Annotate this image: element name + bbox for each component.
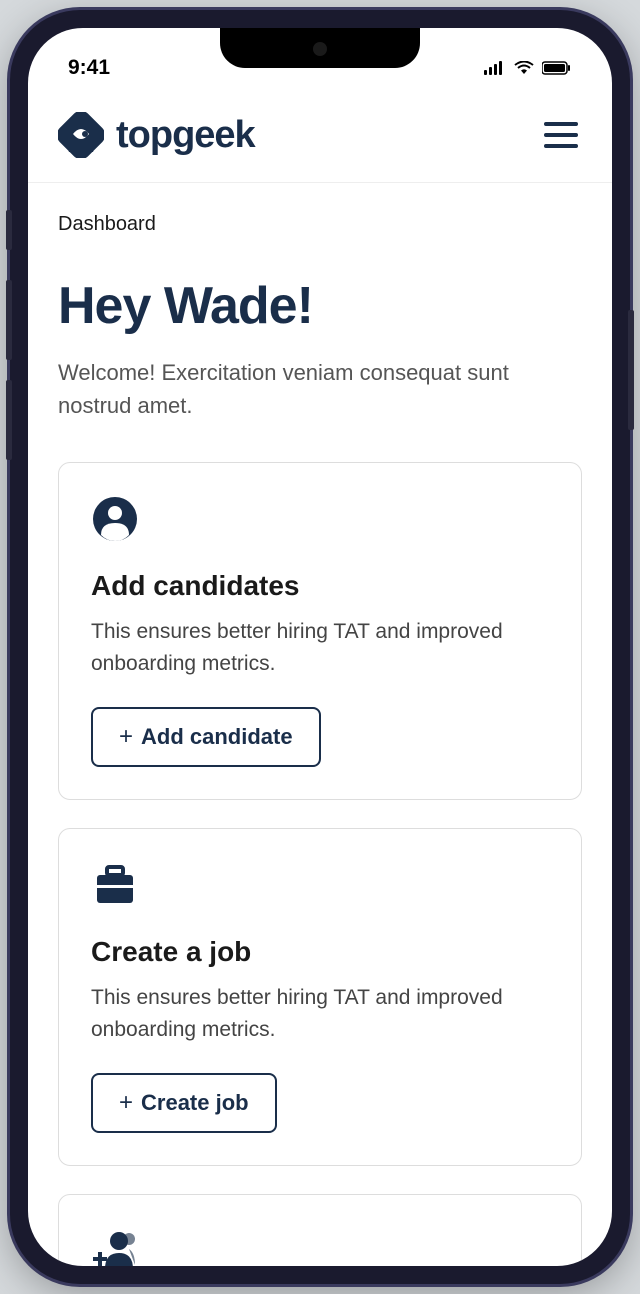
logo-text: topgeek <box>116 114 255 157</box>
button-label: Create job <box>141 1090 249 1116</box>
breadcrumb[interactable]: Dashboard <box>58 213 582 236</box>
battery-icon <box>542 61 572 75</box>
hamburger-line <box>544 144 578 148</box>
side-button <box>628 310 634 430</box>
add-candidate-button[interactable]: + Add candidate <box>91 707 321 767</box>
phone-notch <box>220 28 420 68</box>
button-label: Add candidate <box>141 724 293 750</box>
add-person-card <box>58 1194 582 1266</box>
signal-icon <box>484 61 506 75</box>
phone-frame: 9:41 <box>10 10 630 1284</box>
logo-icon <box>58 112 104 158</box>
plus-icon: + <box>119 1089 133 1117</box>
person-add-icon <box>91 1227 139 1266</box>
page-subtitle: Welcome! Exercitation veniam consequat s… <box>58 356 582 422</box>
hamburger-line <box>544 133 578 137</box>
side-button <box>6 210 12 250</box>
wifi-icon <box>514 61 534 75</box>
card-description: This ensures better hiring TAT and impro… <box>91 616 549 679</box>
menu-button[interactable] <box>540 118 582 152</box>
plus-icon: + <box>119 723 133 751</box>
app-header: topgeek <box>28 88 612 183</box>
card-title: Create a job <box>91 936 549 968</box>
side-button <box>6 280 12 360</box>
page-title: Hey Wade! <box>58 276 582 336</box>
user-circle-icon <box>91 495 139 543</box>
status-time: 9:41 <box>68 56 110 80</box>
hamburger-line <box>544 122 578 126</box>
side-button <box>6 380 12 460</box>
logo[interactable]: topgeek <box>58 112 255 158</box>
card-title: Add candidates <box>91 570 549 602</box>
phone-screen: 9:41 <box>28 28 612 1266</box>
main-content: Dashboard Hey Wade! Welcome! Exercitatio… <box>28 183 612 1266</box>
create-job-card: Create a job This ensures better hiring … <box>58 828 582 1166</box>
add-candidates-card: Add candidates This ensures better hirin… <box>58 462 582 800</box>
card-description: This ensures better hiring TAT and impro… <box>91 982 549 1045</box>
briefcase-icon <box>91 861 139 909</box>
status-icons <box>484 61 572 75</box>
create-job-button[interactable]: + Create job <box>91 1073 277 1133</box>
